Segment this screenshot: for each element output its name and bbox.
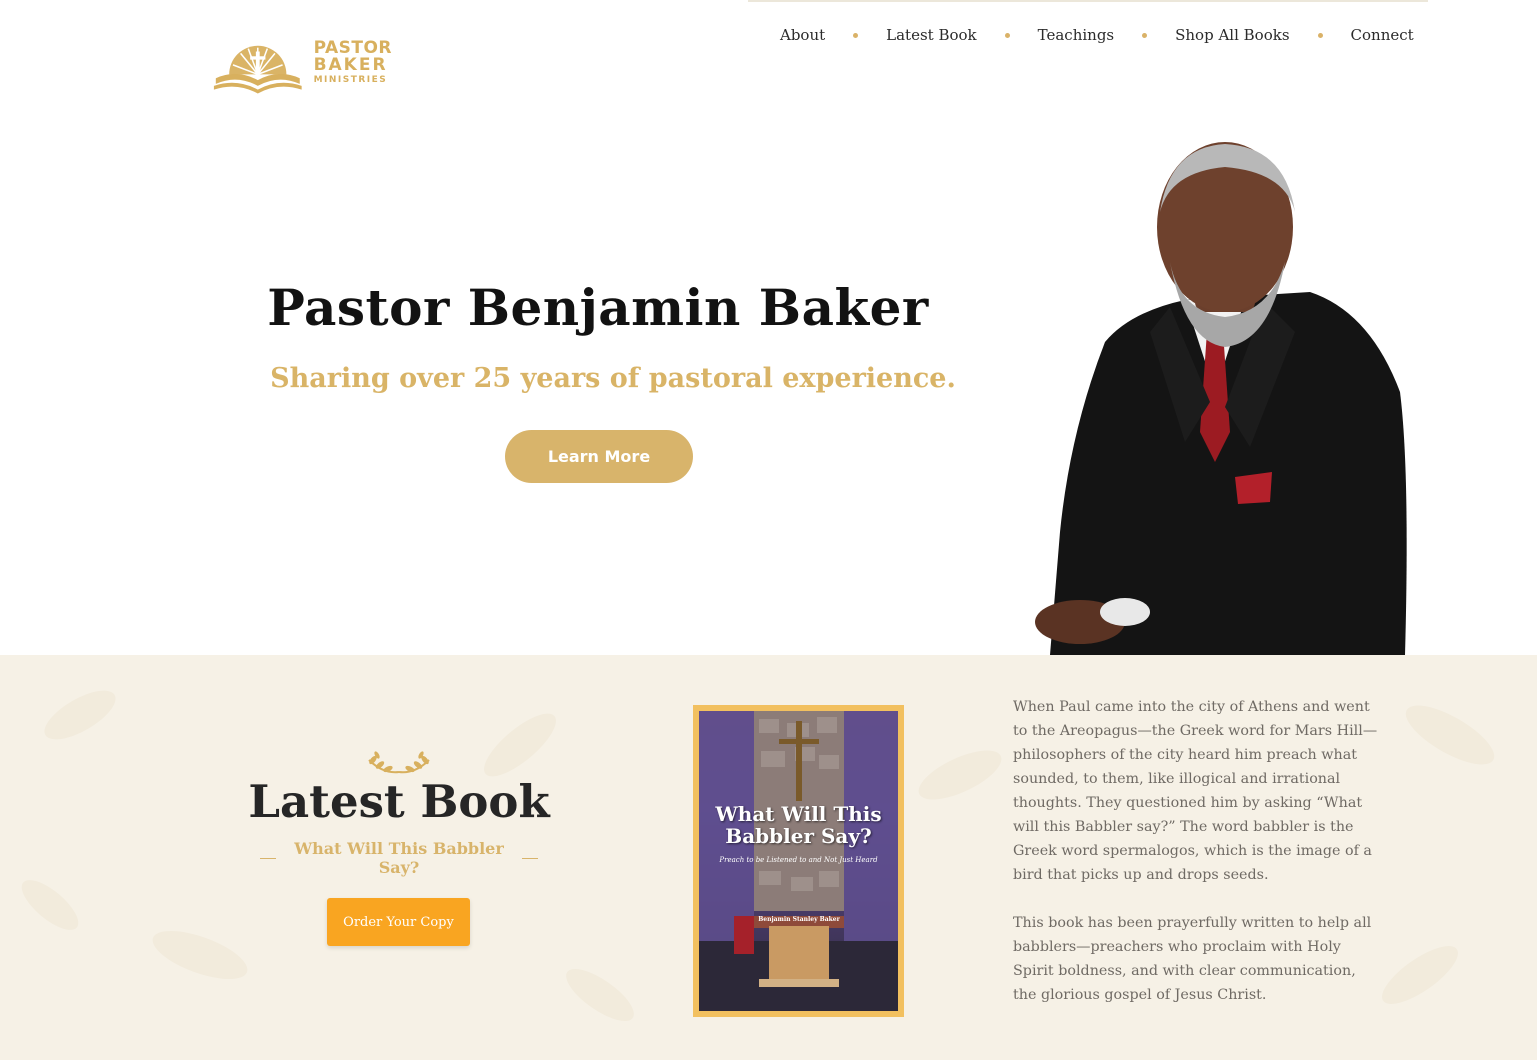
- book-cover-title-line2: Babbler Say?: [725, 824, 872, 848]
- book-cover-tagline: Preach to be Listened to and Not Just He…: [719, 856, 878, 864]
- nav-latest-book[interactable]: Latest Book: [866, 26, 996, 44]
- book-cover[interactable]: What Will This Babbler Say? Preach to be…: [693, 705, 904, 1017]
- hero-subtitle: Sharing over 25 years of pastoral experi…: [270, 363, 956, 394]
- hero-section: Pastor Benjamin Baker Sharing over 25 ye…: [0, 110, 1537, 655]
- order-your-copy-button[interactable]: Order Your Copy: [327, 898, 470, 946]
- book-cover-art: What Will This Babbler Say? Preach to be…: [699, 711, 898, 1011]
- nav-connect[interactable]: Connect: [1331, 26, 1434, 44]
- book-cover-title: What Will This Babbler Say?: [699, 803, 898, 847]
- nav-separator-dot: [1004, 32, 1010, 38]
- book-description-paragraph: This book has been prayerfully written t…: [1013, 915, 1372, 1003]
- latest-book-heading: Latest Book: [248, 775, 550, 828]
- book-cover-author: Benjamin Stanley Baker: [758, 916, 840, 923]
- nav-separator-dot: [1317, 32, 1323, 38]
- nav-separator-dot: [853, 32, 859, 38]
- nav-about[interactable]: About: [760, 26, 845, 44]
- book-cover-title-line1: What Will This: [715, 802, 882, 826]
- book-description: When Paul came into the city of Athens a…: [1013, 695, 1383, 1007]
- logo-line-ministries: MINISTRIES: [313, 74, 388, 85]
- logo-line-baker: BAKER: [313, 54, 388, 75]
- logo-wordmark: PASTOR BAKER MINISTRIES: [313, 37, 392, 85]
- pastor-portrait-image: [1035, 142, 1407, 655]
- book-description-paragraph: When Paul came into the city of Athens a…: [1013, 699, 1378, 883]
- nav-teachings[interactable]: Teachings: [1018, 26, 1134, 44]
- site-header: PASTOR BAKER MINISTRIES About Latest Boo…: [0, 0, 1537, 110]
- latest-book-subtitle-text: What Will This Babbler Say?: [294, 839, 504, 877]
- laurel-wreath-icon: [368, 751, 430, 774]
- site-logo[interactable]: PASTOR BAKER MINISTRIES: [212, 28, 392, 96]
- logo-line-pastor: PASTOR: [313, 37, 392, 58]
- learn-more-button[interactable]: Learn More: [505, 430, 693, 483]
- subtitle-dash-right: [522, 857, 538, 859]
- nav-separator-dot: [1142, 32, 1148, 38]
- open-book-sunrise-icon: [213, 45, 302, 94]
- subtitle-dash-left: [260, 857, 276, 859]
- hero-title: Pastor Benjamin Baker: [267, 278, 929, 337]
- latest-book-subtitle: What Will This Babbler Say?: [250, 839, 548, 877]
- latest-book-section: Latest Book What Will This Babbler Say? …: [0, 655, 1537, 1060]
- nav-top-divider: [748, 0, 1428, 2]
- main-nav: About Latest Book Teachings Shop All Boo…: [760, 26, 1434, 44]
- nav-shop-all-books[interactable]: Shop All Books: [1155, 26, 1309, 44]
